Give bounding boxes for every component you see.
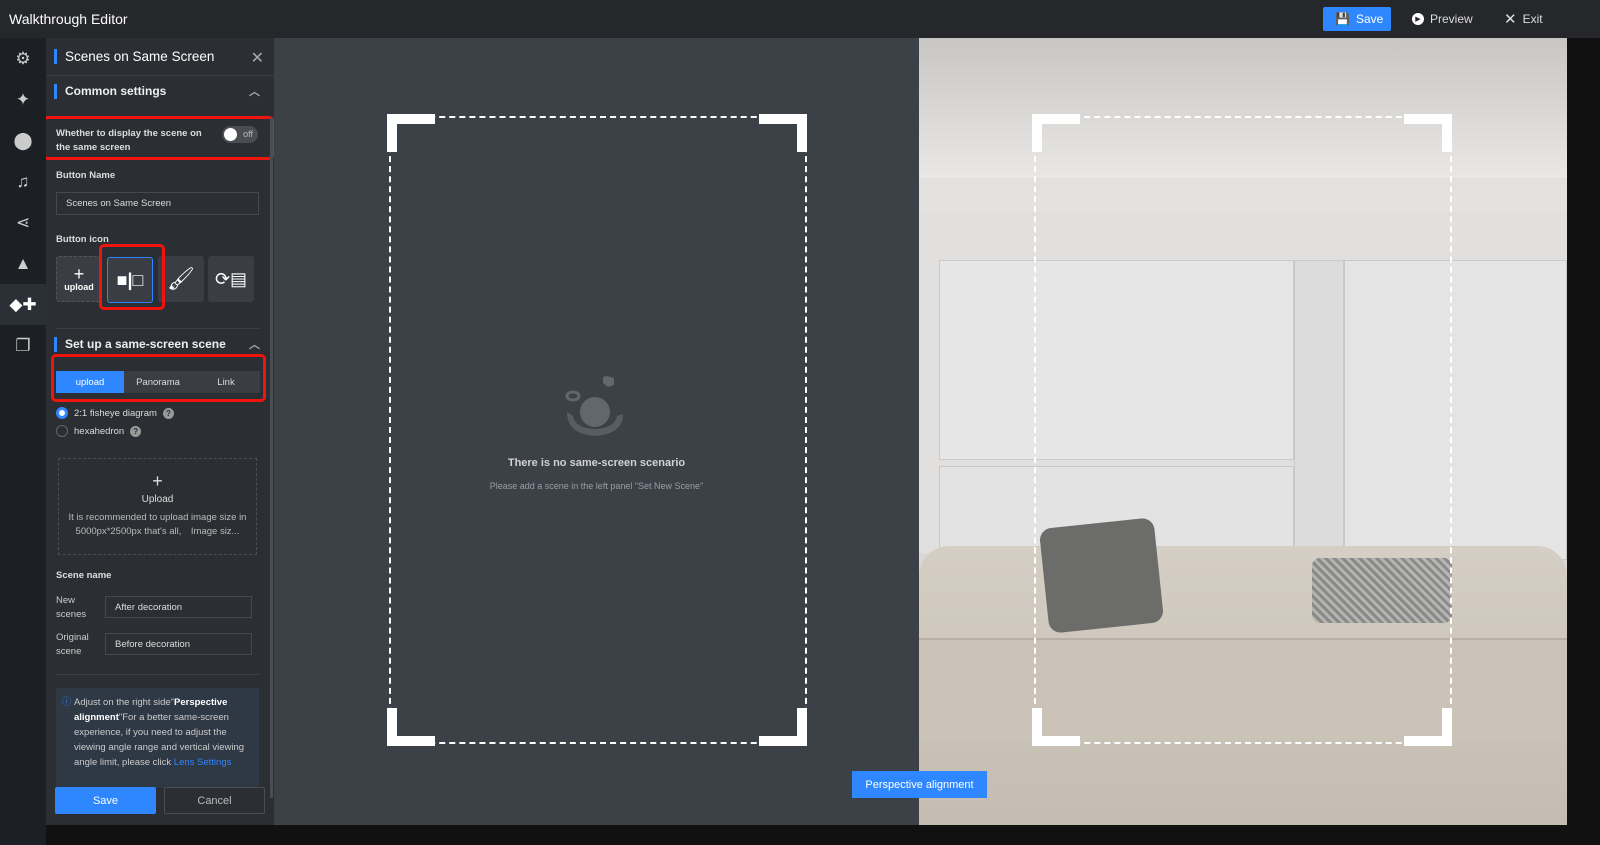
original-scene-input[interactable]: Before decoration <box>105 633 252 655</box>
preview-button[interactable]: ▶ Preview <box>1400 7 1485 31</box>
layers-icon[interactable]: ❐ <box>0 325 46 366</box>
panel-cancel-button[interactable]: Cancel <box>164 787 265 814</box>
perspective-alignment-button[interactable]: Perspective alignment <box>852 771 987 798</box>
panel-scrollbar[interactable] <box>270 118 273 798</box>
top-bar: Walkthrough Editor 💾 Save ▶ Preview ✕ Exit <box>0 0 1600 38</box>
close-icon: ✕ <box>1504 11 1517 28</box>
scene-canvas: There is no same-screen scenario Please … <box>274 38 919 825</box>
upload-icon-button[interactable]: + upload <box>56 256 102 302</box>
chevron-up-icon: ︿ <box>249 339 260 351</box>
chevron-up-icon: ︿ <box>249 86 260 98</box>
empty-title: There is no same-screen scenario <box>507 457 686 469</box>
app-title: Walkthrough Editor <box>9 11 128 27</box>
floppy-icon: 💾 <box>1335 12 1350 26</box>
info-icon: ⓘ <box>62 697 72 708</box>
button-icon-label: Button icon <box>56 234 109 245</box>
empty-hint: Please add a scene in the left panel "Se… <box>489 481 704 491</box>
empty-scene-illustration <box>565 376 623 436</box>
settings-panel: Scenes on Same Screen ✕ Common settings ︿… <box>46 38 274 825</box>
panel-save-button[interactable]: Save <box>55 787 156 814</box>
music-icon[interactable]: ♫ <box>0 161 46 202</box>
save-button[interactable]: 💾 Save <box>1323 7 1391 31</box>
widgets-icon[interactable]: ◆✚ <box>0 284 46 325</box>
button-name-input[interactable]: Scenes on Same Screen <box>56 192 259 215</box>
highlight-box <box>99 244 165 310</box>
panorama-preview <box>919 38 1567 825</box>
play-icon: ▶ <box>1412 13 1424 25</box>
info-note: ⓘ Adjust on the right side"Perspective a… <box>56 688 259 788</box>
share-icon[interactable]: ⋖ <box>0 202 46 243</box>
radio-hexahedron[interactable]: hexahedron? <box>56 425 142 437</box>
viewport-frame <box>1034 116 1452 744</box>
help-icon[interactable]: ? <box>130 425 142 437</box>
gear-icon[interactable]: ⚙ <box>0 38 46 79</box>
lens-settings-link[interactable]: Lens Settings <box>174 757 232 768</box>
magic-wand-icon[interactable]: ✦ <box>0 79 46 120</box>
panel-title: Scenes on Same Screen <box>65 49 215 64</box>
exit-button[interactable]: ✕ Exit <box>1492 7 1555 31</box>
panel-header: Scenes on Same Screen <box>46 38 274 76</box>
help-icon[interactable]: ? <box>162 407 174 419</box>
plus-icon: + <box>152 471 163 491</box>
side-rail: ⚙ ✦ ⬤ ♫ ⋖ ▲ ◆✚ ❐ <box>0 38 46 845</box>
switch-scene-icon[interactable]: ⟳▤ <box>208 256 254 302</box>
new-scenes-input[interactable]: After decoration <box>105 596 252 618</box>
scene-name-label: Scene name <box>56 570 112 581</box>
radio-fisheye[interactable]: 2:1 fisheye diagram? <box>56 407 174 419</box>
button-name-label: Button Name <box>56 170 116 181</box>
common-settings-header[interactable]: Common settings ︿ <box>46 76 274 106</box>
close-panel-icon[interactable]: ✕ <box>251 48 264 68</box>
bag-icon[interactable]: ▲ <box>0 243 46 284</box>
location-pin-icon[interactable]: ⬤ <box>0 120 46 161</box>
highlight-box <box>51 354 266 402</box>
upload-dropzone[interactable]: + Upload It is recommended to upload ima… <box>58 458 257 555</box>
highlight-box <box>46 116 274 160</box>
